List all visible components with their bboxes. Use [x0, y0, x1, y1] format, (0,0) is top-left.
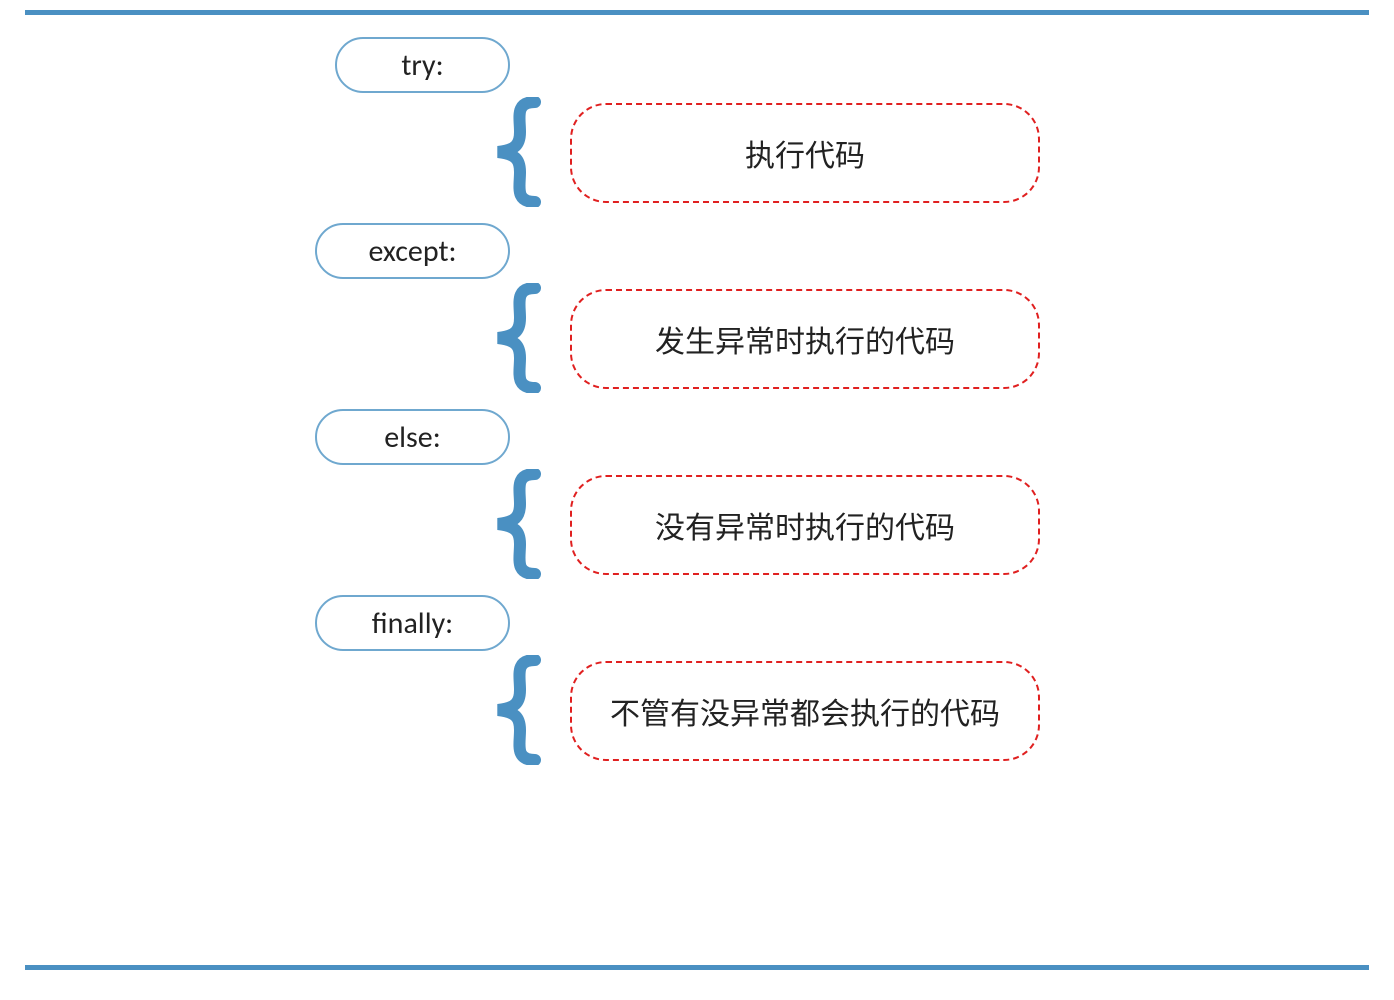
brace-icon — [480, 655, 550, 765]
description-text: 发生异常时执行的代码 — [655, 317, 955, 361]
brace-icon — [480, 283, 550, 393]
keyword-pill-except: except: — [315, 223, 510, 279]
description-box-else: 没有异常时执行的代码 — [570, 475, 1040, 575]
keyword-label: try: — [401, 47, 443, 84]
keyword-pill-try: try: — [335, 37, 510, 93]
keyword-pill-else: else: — [315, 409, 510, 465]
description-box-finally: 不管有没异常都会执行的代码 — [570, 661, 1040, 761]
keyword-pill-finally: finally: — [315, 595, 510, 651]
keyword-label: else: — [384, 419, 441, 456]
keyword-label: finally: — [372, 605, 453, 642]
horizontal-rule-bottom — [25, 965, 1369, 970]
description-text: 不管有没异常都会执行的代码 — [610, 689, 1000, 733]
horizontal-rule-top — [25, 10, 1369, 15]
description-box-except: 发生异常时执行的代码 — [570, 289, 1040, 389]
description-text: 没有异常时执行的代码 — [655, 503, 955, 547]
brace-icon — [480, 469, 550, 579]
description-box-try: 执行代码 — [570, 103, 1040, 203]
keyword-label: except: — [368, 233, 456, 270]
brace-icon — [480, 97, 550, 207]
description-text: 执行代码 — [745, 131, 865, 175]
